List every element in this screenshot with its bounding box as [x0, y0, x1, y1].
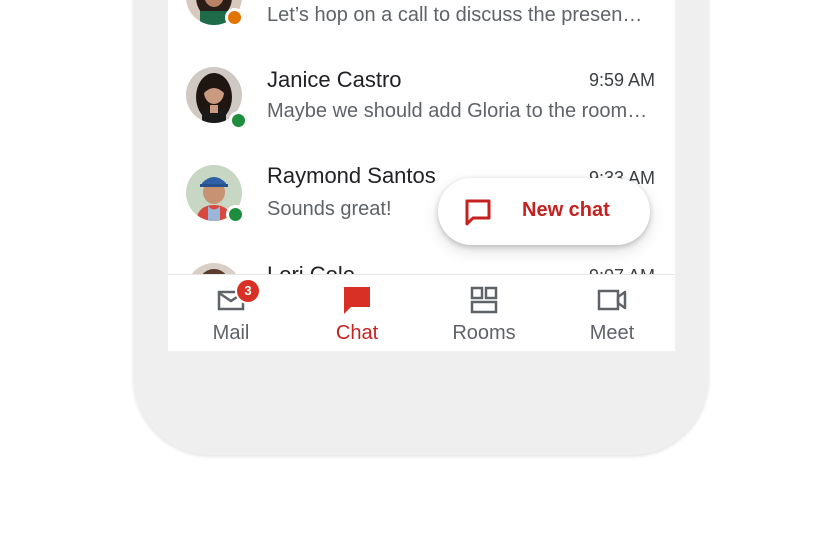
nav-label: Chat	[335, 322, 379, 344]
chat-preview: Let’s hop on a call to discuss the prese…	[267, 4, 643, 26]
chat-contact-name: Janice Castro	[267, 67, 402, 92]
nav-label: Meet	[589, 322, 635, 344]
chat-list-item[interactable]: Let’s hop on a call to discuss the prese…	[168, 0, 675, 50]
away-status-icon	[225, 8, 244, 27]
nav-item-mail[interactable]: 3 Mail	[168, 275, 294, 351]
nav-label: Rooms	[452, 322, 516, 344]
chat-bubble-outline-icon	[462, 196, 494, 228]
chat-icon	[342, 285, 372, 315]
nav-label: Mail	[212, 322, 250, 344]
chat-list-item[interactable]: Janice Castro 9:59 AM Maybe we should ad…	[168, 62, 675, 142]
nav-item-chat[interactable]: Chat	[294, 275, 420, 351]
online-status-icon	[226, 205, 245, 224]
unread-badge: 3	[235, 278, 261, 304]
nav-item-rooms[interactable]: Rooms	[421, 275, 547, 351]
new-chat-button[interactable]: New chat	[438, 178, 650, 245]
nav-item-meet[interactable]: Meet	[549, 275, 675, 351]
online-status-icon	[229, 111, 248, 130]
chat-time: 9:59 AM	[588, 70, 655, 90]
chat-contact-name: Raymond Santos	[267, 163, 436, 188]
video-camera-icon	[597, 285, 627, 315]
bottom-navigation: 3 Mail Chat Rooms Meet	[168, 274, 675, 351]
new-chat-label: New chat	[522, 199, 610, 221]
chat-preview: Maybe we should add Gloria to the room…	[267, 100, 648, 122]
rooms-icon	[469, 285, 499, 315]
